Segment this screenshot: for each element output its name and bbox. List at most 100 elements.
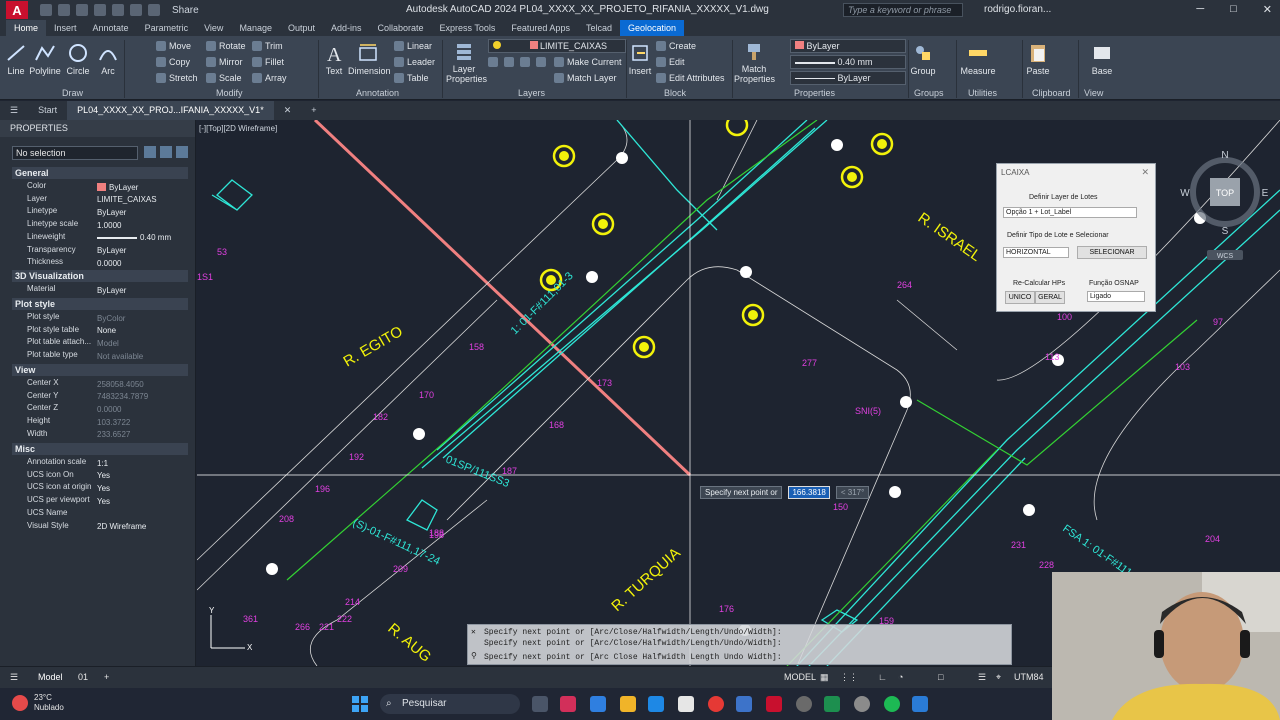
save-as-icon[interactable] xyxy=(94,4,106,16)
layer-dropdown[interactable]: LIMITE_CAIXAS xyxy=(488,39,626,53)
property-value[interactable]: None xyxy=(97,325,116,337)
array-button[interactable]: Array xyxy=(252,73,287,83)
close-tab-icon[interactable]: ✕ xyxy=(274,101,302,120)
file-explorer-icon[interactable] xyxy=(620,696,636,712)
model-tab[interactable]: Model xyxy=(38,672,63,682)
property-value[interactable]: 2D Wireframe xyxy=(97,521,146,533)
property-row[interactable]: Linetype ByLayer xyxy=(12,206,188,218)
section-view[interactable]: View xyxy=(12,364,188,376)
plot-icon[interactable] xyxy=(112,4,124,16)
ribbon-tab-home[interactable]: Home xyxy=(6,20,47,36)
ribbon-tab-insert[interactable]: Insert xyxy=(46,20,85,36)
chrome-icon[interactable] xyxy=(708,696,724,712)
viewcube-w-label[interactable]: W xyxy=(1180,188,1190,199)
property-value[interactable]: Yes xyxy=(97,495,110,507)
app-icon[interactable] xyxy=(590,696,606,712)
ribbon-tab-manage[interactable]: Manage xyxy=(231,20,280,36)
close-command-icon[interactable]: ✕ xyxy=(471,627,476,637)
new-tab-icon[interactable]: + xyxy=(301,101,326,120)
property-value[interactable]: Not available xyxy=(97,350,143,362)
property-row[interactable]: Lineweight 0.40 mm xyxy=(12,232,188,244)
share-button[interactable]: Share xyxy=(172,5,199,16)
property-row[interactable]: Material ByLayer xyxy=(12,284,188,296)
dimension-button[interactable]: Dimension xyxy=(348,42,391,76)
ribbon-tab-parametric[interactable]: Parametric xyxy=(137,20,197,36)
layout-tab[interactable]: 01 xyxy=(78,672,88,682)
layers-panel-title[interactable]: Layers xyxy=(518,88,545,98)
match-properties-button[interactable]: Match Properties xyxy=(734,40,775,84)
toggle-pickadd-icon[interactable] xyxy=(144,146,156,158)
selection-dropdown[interactable]: No selection xyxy=(12,146,138,160)
property-value[interactable]: 0.40 mm xyxy=(97,232,171,244)
property-row[interactable]: UCS Name xyxy=(12,508,188,520)
spotify-icon[interactable] xyxy=(884,696,900,712)
excel-icon[interactable] xyxy=(824,696,840,712)
ribbon-tab-add-ins[interactable]: Add-ins xyxy=(323,20,370,36)
property-row[interactable]: Center Y 7483234.7879 xyxy=(12,391,188,403)
viewcube-e-label[interactable]: E xyxy=(1262,188,1269,199)
app-icon[interactable] xyxy=(560,696,576,712)
property-row[interactable]: Transparency ByLayer xyxy=(12,245,188,257)
layer-freeze-icon[interactable] xyxy=(520,57,530,67)
linetype-dropdown[interactable]: ByLayer xyxy=(790,71,906,85)
edge-icon[interactable] xyxy=(648,696,664,712)
ortho-icon[interactable]: ∟ xyxy=(878,672,887,682)
autocad-icon[interactable] xyxy=(766,696,782,712)
trim-button[interactable]: Trim xyxy=(252,41,283,51)
scale-button[interactable]: Scale xyxy=(206,73,242,83)
property-row[interactable]: UCS per viewport Yes xyxy=(12,495,188,507)
fillet-button[interactable]: Fillet xyxy=(252,57,284,67)
select-objects-icon[interactable] xyxy=(160,146,172,158)
property-value[interactable]: 7483234.7879 xyxy=(97,391,148,403)
coord-system[interactable]: UTM84 xyxy=(1014,672,1044,682)
property-value[interactable]: 1.0000 xyxy=(97,219,121,231)
property-value[interactable]: ByLayer xyxy=(97,245,126,257)
draw-panel-title[interactable]: Draw xyxy=(62,88,83,98)
rotate-button[interactable]: Rotate xyxy=(206,41,246,51)
grid-icon[interactable]: ▦ xyxy=(820,672,829,683)
viewcube-top-label[interactable]: TOP xyxy=(1216,188,1234,198)
undo-icon[interactable] xyxy=(130,4,142,16)
match-layer-button[interactable]: Match Layer xyxy=(554,73,617,83)
ribbon-tab-collaborate[interactable]: Collaborate xyxy=(370,20,432,36)
distance-input[interactable]: 166.3818 xyxy=(788,486,830,499)
autocad-logo[interactable]: A xyxy=(6,1,28,19)
property-row[interactable]: Plot style table None xyxy=(12,325,188,337)
layer-lock-icon[interactable] xyxy=(536,57,546,67)
property-row[interactable]: Plot table type Not available xyxy=(12,350,188,362)
property-value[interactable]: 258058.4050 xyxy=(97,378,144,390)
property-value[interactable]: ByLayer xyxy=(97,284,126,296)
property-row[interactable]: Thickness 0.0000 xyxy=(12,257,188,269)
property-row[interactable]: Visual Style 2D Wireframe xyxy=(12,521,188,533)
save-icon[interactable] xyxy=(76,4,88,16)
group-button[interactable]: Group xyxy=(910,42,936,76)
property-row[interactable]: UCS icon On Yes xyxy=(12,470,188,482)
edit-attributes-button[interactable]: Edit Attributes xyxy=(656,73,725,83)
polyline-button[interactable]: Polyline xyxy=(28,42,62,76)
copy-button[interactable]: Copy xyxy=(156,57,190,67)
ribbon-tab-featured-apps[interactable]: Featured Apps xyxy=(503,20,578,36)
mail-icon[interactable] xyxy=(736,696,752,712)
viewcube-n-label[interactable]: N xyxy=(1221,150,1228,161)
ribbon-tab-geolocation[interactable]: Geolocation xyxy=(619,20,685,36)
minimize-icon[interactable]: ─ xyxy=(1196,3,1204,16)
quick-select-icon[interactable] xyxy=(176,146,188,158)
taskbar-search[interactable]: ⌕ Pesquisar xyxy=(380,694,520,714)
new-icon[interactable] xyxy=(40,4,52,16)
line-button[interactable]: Line xyxy=(4,42,28,76)
modify-panel-title[interactable]: Modify xyxy=(216,88,243,98)
viewcube-wcs-label[interactable]: WCS xyxy=(1217,253,1234,260)
layout-menu-icon[interactable]: ☰ xyxy=(10,672,18,683)
property-row[interactable]: Plot table attach... Model xyxy=(12,337,188,349)
redo-icon[interactable] xyxy=(148,4,160,16)
property-value[interactable]: ByLayer xyxy=(97,181,138,193)
start-tab[interactable]: Start xyxy=(28,101,67,120)
mirror-button[interactable]: Mirror xyxy=(206,57,243,67)
lineweight-icon[interactable]: ☰ xyxy=(978,672,986,683)
block-panel-title[interactable]: Block xyxy=(664,88,686,98)
property-value[interactable]: Yes xyxy=(97,470,110,482)
property-row[interactable]: Linetype scale 1.0000 xyxy=(12,219,188,231)
linear-button[interactable]: Linear xyxy=(394,41,432,51)
property-value[interactable]: LIMITE_CAIXAS xyxy=(97,194,157,206)
vscode-icon[interactable] xyxy=(912,696,928,712)
